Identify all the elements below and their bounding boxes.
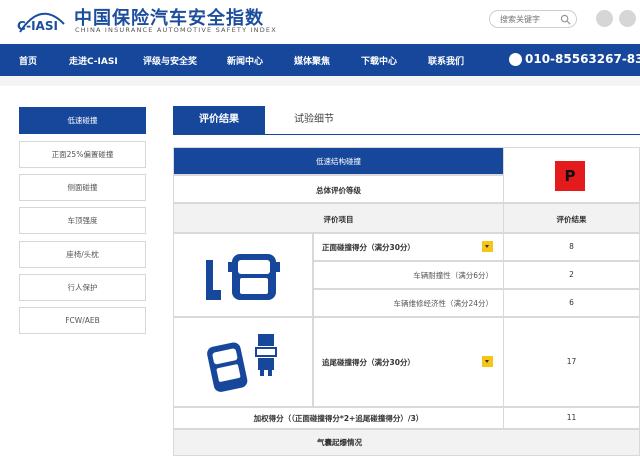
- weighted-label: 加权得分（（正面碰撞得分*2+追尾碰撞得分）/3）: [253, 414, 424, 423]
- search-icon[interactable]: [560, 14, 571, 25]
- front-crash-diagram-cell: [173, 233, 313, 317]
- overall-label-cell: 总体评价等级: [173, 175, 504, 203]
- front-sub1-score-cell: 2: [503, 261, 640, 289]
- front-score-label-cell: 正面碰撞得分（满分30分）: [313, 233, 504, 261]
- front-sub2-label-cell: 车辆维修经济性（满分24分）: [313, 289, 504, 317]
- rear-dropdown-icon[interactable]: [482, 356, 493, 367]
- front-sub1-label-cell: 车辆耐撞性（满分6分）: [313, 261, 504, 289]
- front-sub2-label: 车辆维修经济性（满分24分）: [393, 299, 493, 308]
- rear-score-label-cell: 追尾碰撞得分（满分30分）: [313, 317, 504, 407]
- airbag-header-cell: 气囊起爆情况: [173, 429, 640, 456]
- nav-item-contact[interactable]: 联系我们: [428, 54, 464, 67]
- nav-item-media[interactable]: 媒体聚焦: [294, 54, 330, 67]
- sidebar-item-front-offset[interactable]: 正面25%偏置碰撞: [19, 141, 146, 168]
- search-box[interactable]: [489, 10, 577, 28]
- front-score-cell: 8: [503, 233, 640, 261]
- weighted-score-cell: 11: [503, 407, 640, 429]
- front-sub1-label: 车辆耐撞性（满分6分）: [413, 271, 493, 280]
- rear-crash-diagram-icon: [207, 334, 277, 392]
- nav-phone: 010-85563267-830: [525, 52, 640, 66]
- rear-crash-diagram-cell: [173, 317, 313, 407]
- logo-mark-text: C-IASI: [17, 19, 58, 33]
- ciasi-logo-icon[interactable]: C-IASI: [14, 6, 68, 36]
- overall-rating-cell: P: [503, 147, 640, 203]
- tab-underline: [173, 134, 640, 135]
- search-input[interactable]: [500, 13, 560, 26]
- front-crash-diagram-icon: [206, 254, 280, 300]
- content-top-strip: [0, 76, 640, 86]
- main-nav: 首页 走进C-IASI 评级与安全奖 新闻中心 媒体聚焦 下载中心 联系我们 0…: [0, 44, 640, 76]
- site-subtitle: CHINA INSURANCE AUTOMOTIVE SAFETY INDEX: [75, 26, 277, 34]
- col-item-header: 评价项目: [173, 203, 504, 233]
- weighted-score: 11: [566, 413, 577, 422]
- site-header: C-IASI 中国保险汽车安全指数 CHINA INSURANCE AUTOMO…: [0, 0, 640, 44]
- wechat-icon[interactable]: [596, 10, 613, 27]
- overall-rating-badge: P: [555, 161, 585, 191]
- rear-score: 17: [566, 357, 577, 366]
- front-sub2-score: 6: [569, 298, 574, 307]
- sidebar-item-pedestrian[interactable]: 行人保护: [19, 274, 146, 301]
- sidebar-item-side[interactable]: 侧面碰撞: [19, 174, 146, 201]
- nav-item-home[interactable]: 首页: [19, 54, 37, 67]
- sidebar-item-low-speed[interactable]: 低速碰撞: [19, 107, 146, 134]
- nav-item-downloads[interactable]: 下载中心: [361, 54, 397, 67]
- section-title: 低速结构碰撞: [316, 157, 361, 166]
- weibo-icon[interactable]: [619, 10, 636, 27]
- section-title-cell: 低速结构碰撞: [173, 147, 504, 175]
- weighted-label-cell: 加权得分（（正面碰撞得分*2+追尾碰撞得分）/3）: [173, 407, 504, 429]
- tab-results[interactable]: 评价结果: [173, 106, 265, 134]
- tab-test-details[interactable]: 试验细节: [268, 106, 360, 134]
- col-result-label: 评价结果: [556, 215, 587, 224]
- front-score-label: 正面碰撞得分（满分30分）: [322, 243, 415, 252]
- sidebar-item-fcw[interactable]: FCW/AEB: [19, 307, 146, 334]
- sidebar-item-seat[interactable]: 座椅/头枕: [19, 241, 146, 268]
- front-sub1-score: 2: [569, 270, 574, 279]
- front-dropdown-icon[interactable]: [482, 241, 493, 252]
- phone-icon: [509, 53, 522, 66]
- airbag-label: 气囊起爆情况: [317, 438, 362, 447]
- nav-item-ratings[interactable]: 评级与安全奖: [143, 54, 197, 67]
- nav-item-about[interactable]: 走进C-IASI: [69, 54, 118, 67]
- col-result-header: 评价结果: [503, 203, 640, 233]
- front-sub2-score-cell: 6: [503, 289, 640, 317]
- sidebar-item-roof[interactable]: 车顶强度: [19, 207, 146, 234]
- rear-score-cell: 17: [503, 317, 640, 407]
- rear-score-label: 追尾碰撞得分（满分30分）: [322, 358, 415, 367]
- overall-label: 总体评价等级: [316, 186, 361, 195]
- nav-item-news[interactable]: 新闻中心: [227, 54, 263, 67]
- col-item-label: 评价项目: [323, 215, 354, 224]
- front-score: 8: [569, 242, 574, 251]
